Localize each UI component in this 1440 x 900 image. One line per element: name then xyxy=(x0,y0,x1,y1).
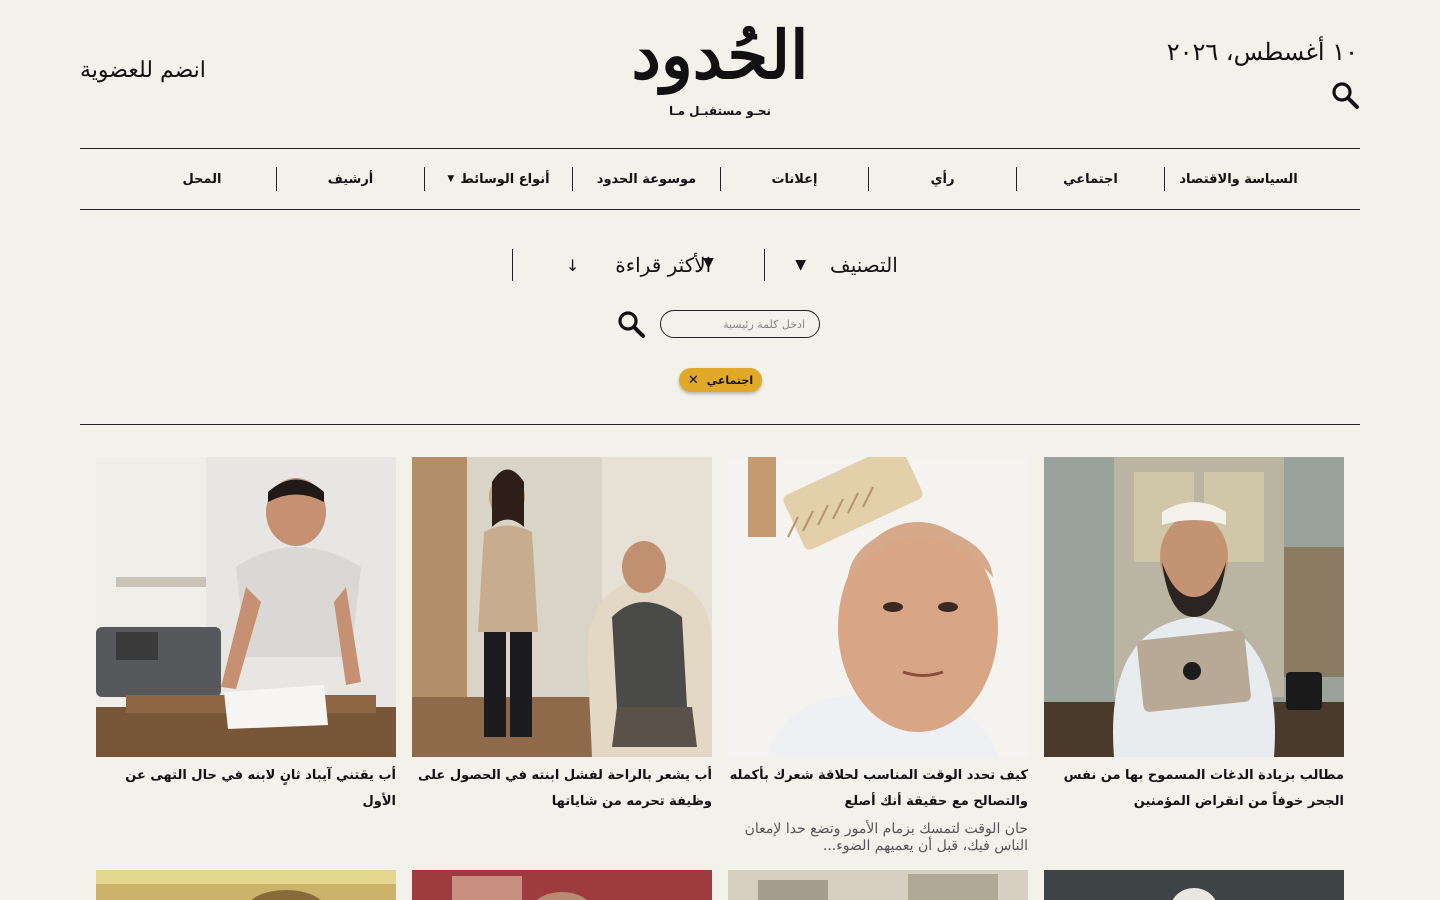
nav-item-label: أرشيف xyxy=(327,171,374,187)
sort-label: الأكثر قراءة xyxy=(615,253,712,277)
filter-bar: الأكثر قراءة ↓ ▼ التصنيف ▼ xyxy=(512,249,928,281)
article-excerpt: حان الوقت لتمسك بزمام الأمور وتضع حدا لإ… xyxy=(744,821,1028,854)
article-thumbnail[interactable] xyxy=(728,457,1028,757)
article-thumbnail[interactable] xyxy=(96,870,396,900)
nav-list: السياسة والاقتصاد اجتماعي رأي إعلانات مو… xyxy=(128,167,1312,191)
logo-wordmark: الحُدود xyxy=(631,16,811,94)
caret-down-icon: ▼ xyxy=(447,174,455,184)
active-filter-chip[interactable]: اجتماعي ✕ xyxy=(679,368,762,392)
article-card[interactable]: أب يقتني آيباد ثانٍ لابنه في حال التهى ع… xyxy=(96,457,396,815)
join-membership-link[interactable]: انضم للعضوية xyxy=(80,58,206,83)
article-thumbnail[interactable] xyxy=(412,870,712,900)
nav-item-encyclopedia[interactable]: موسوعة الحدود xyxy=(572,167,720,191)
divider xyxy=(80,424,1360,425)
search-icon[interactable] xyxy=(1330,80,1360,110)
arrow-down-icon: ↓ xyxy=(565,255,580,275)
article-thumbnail[interactable] xyxy=(1044,457,1344,757)
nav-item-shop[interactable]: المحل xyxy=(128,167,276,191)
nav-item-label: اجتماعي xyxy=(1063,171,1118,187)
article-title[interactable]: أب يشعر بالراحة لفشل ابنته في الحصول على… xyxy=(412,763,712,815)
article-thumbnail-image xyxy=(412,870,712,900)
nav-item-label: السياسة والاقتصاد xyxy=(1179,171,1298,187)
article-card[interactable]: كيف تحدد الوقت المناسب لحلاقة شعرك بأكمل… xyxy=(728,457,1028,855)
article-title[interactable]: أب يقتني آيباد ثانٍ لابنه في حال التهى ع… xyxy=(96,763,396,815)
nav-item-opinion[interactable]: رأي xyxy=(868,167,1016,191)
chip-label: اجتماعي xyxy=(706,373,754,387)
category-label: التصنيف xyxy=(829,253,898,277)
article-card[interactable]: أب يشعر بالراحة لفشل ابنته في الحصول على… xyxy=(412,457,712,815)
article-thumbnail[interactable] xyxy=(1044,870,1344,900)
article-thumbnail[interactable] xyxy=(96,457,396,757)
sort-dropdown[interactable]: الأكثر قراءة ↓ ▼ xyxy=(512,249,765,281)
logo-tagline: نحـو مستقبـل مـا xyxy=(668,104,772,118)
caret-down-icon: ▼ xyxy=(795,257,806,273)
category-dropdown[interactable]: التصنيف ▼ xyxy=(765,249,928,281)
nav-item-label: إعلانات xyxy=(771,171,818,187)
close-icon[interactable]: ✕ xyxy=(688,373,699,388)
article-thumbnail[interactable] xyxy=(728,870,1028,900)
nav-item-politics-economy[interactable]: السياسة والاقتصاد xyxy=(1164,167,1312,191)
nav-item-label: رأي xyxy=(930,171,955,187)
site-logo[interactable]: الحُدود نحـو مستقبـل مـا xyxy=(620,10,820,135)
site-header: ١٠ أغسطس، ٢٠٢٦ الحُدود نحـو مستقبـل مـا … xyxy=(0,0,1440,150)
nav-item-label: موسوعة الحدود xyxy=(596,171,697,187)
current-date: ١٠ أغسطس، ٢٠٢٦ xyxy=(1166,38,1358,66)
article-thumbnail[interactable] xyxy=(412,457,712,757)
nav-item-ads[interactable]: إعلانات xyxy=(720,167,868,191)
article-thumbnail-image xyxy=(728,870,1028,900)
article-card[interactable]: مطالب بزيادة الدغات المسموح بها من نفس ا… xyxy=(1044,457,1344,815)
article-thumbnail-image xyxy=(96,870,396,900)
main-nav: السياسة والاقتصاد اجتماعي رأي إعلانات مو… xyxy=(80,148,1360,210)
nav-item-archive[interactable]: أرشيف xyxy=(276,167,424,191)
nav-item-label: أنواع الوسائط xyxy=(460,171,550,187)
article-thumbnail-image xyxy=(1044,870,1344,900)
keyword-search-input[interactable] xyxy=(660,310,820,338)
caret-down-icon: ▼ xyxy=(703,255,714,271)
nav-item-label: المحل xyxy=(182,171,222,187)
article-title[interactable]: مطالب بزيادة الدغات المسموح بها من نفس ا… xyxy=(1044,763,1344,815)
search-icon[interactable] xyxy=(616,309,646,339)
article-title[interactable]: كيف تحدد الوقت المناسب لحلاقة شعرك بأكمل… xyxy=(728,763,1028,815)
nav-item-social[interactable]: اجتماعي xyxy=(1016,167,1164,191)
nav-item-media-types[interactable]: أنواع الوسائط ▼ xyxy=(424,167,572,191)
